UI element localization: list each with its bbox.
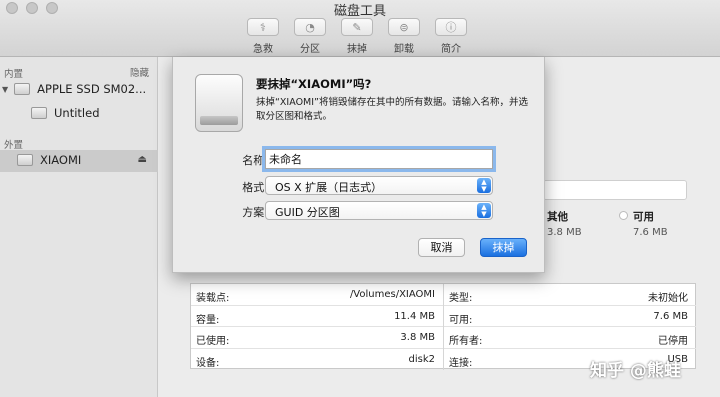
- info-button[interactable]: ⓘ 简介: [432, 18, 470, 55]
- partition-label: 分区: [300, 44, 320, 55]
- sidebar: 内置 隐藏 ▼ APPLE SSD SM02... Untitled 外置 XI…: [0, 57, 158, 397]
- info-value: 3.8 MB: [400, 332, 435, 343]
- legend-other-label: 其他: [547, 211, 568, 223]
- erase-button[interactable]: ✎ 抹掉: [338, 18, 376, 55]
- info-key: 可用:: [449, 314, 473, 326]
- volume-icon: [31, 107, 47, 119]
- unmount-button[interactable]: ⊜ 卸载: [385, 18, 423, 55]
- table-row: 可用: 7.6 MB: [444, 306, 696, 327]
- window-title: 磁盘工具: [333, 4, 386, 19]
- dialog-title: 要抹掉“XIAOMI”吗?: [256, 77, 372, 91]
- format-label: 格式:: [242, 181, 268, 194]
- disk-icon: [14, 83, 31, 95]
- sidebar-item-untitled[interactable]: Untitled: [31, 106, 100, 120]
- scheme-select[interactable]: GUID 分区图 ▲ ▼: [265, 201, 493, 220]
- watermark: 知乎 @熊蛙: [590, 361, 681, 381]
- sidebar-item-xiaomi[interactable]: XIAOMI: [17, 153, 81, 167]
- info-value: 未初始化: [648, 293, 688, 304]
- external-section-header: 外置: [4, 140, 24, 151]
- table-row: 类型: 未初始化: [444, 284, 696, 306]
- first-aid-label: 急救: [253, 44, 273, 55]
- info-key: 容量:: [196, 314, 220, 326]
- dialog-message: 抹掉“XIAOMI”将销毁储存在其中的所有数据。请输入名称，并选取分区图和格式。: [256, 97, 528, 122]
- info-value: disk2: [408, 353, 436, 365]
- xiaomi-disk-label: XIAOMI: [40, 153, 82, 167]
- info-key: 已使用:: [196, 336, 230, 347]
- scheme-label: 方案:: [242, 206, 268, 219]
- internal-disk-label: APPLE SSD SM02...: [37, 82, 147, 96]
- table-row: 容量: 11.4 MB: [191, 306, 443, 327]
- first-aid-icon: ⚕: [247, 18, 279, 36]
- hard-drive-icon: [195, 74, 243, 132]
- untitled-volume-label: Untitled: [54, 106, 100, 120]
- external-disk-icon: [17, 154, 33, 166]
- erase-icon: ✎: [341, 18, 373, 36]
- scheme-value: GUID 分区图: [275, 206, 340, 219]
- info-key: 装载点:: [196, 293, 230, 304]
- info-left-column: 装载点: /Volumes/XIAOMI 容量: 11.4 MB 已使用: 3.…: [191, 284, 443, 370]
- cancel-button[interactable]: 取消: [418, 238, 465, 257]
- partition-icon: ◔: [294, 18, 326, 36]
- format-value: OS X 扩展（日志式）: [275, 181, 383, 194]
- legend-other-value: 3.8 MB: [547, 227, 582, 238]
- disclosure-triangle-icon[interactable]: ▼: [2, 85, 8, 94]
- first-aid-button[interactable]: ⚕ 急救: [244, 18, 282, 55]
- select-arrows-icon: ▲ ▼: [477, 203, 491, 218]
- table-row: 设备: disk2: [191, 349, 443, 371]
- info-key: 所有者:: [449, 336, 483, 347]
- legend-free-dot: [619, 211, 628, 220]
- info-key: 连接:: [449, 357, 473, 369]
- toolbar: 磁盘工具 ⚕ 急救 ◔ 分区 ✎ 抹掉 ⊜ 卸载 ⓘ 简介: [0, 0, 720, 57]
- format-select[interactable]: OS X 扩展（日志式） ▲ ▼: [265, 176, 493, 195]
- info-icon: ⓘ: [435, 18, 467, 36]
- unmount-label: 卸载: [394, 44, 414, 55]
- legend-free-label: 可用: [633, 211, 654, 223]
- table-row: 装载点: /Volumes/XIAOMI: [191, 284, 443, 306]
- select-arrows-icon: ▲ ▼: [477, 178, 491, 193]
- table-row: 所有者: 已停用: [444, 327, 696, 349]
- info-value: 7.6 MB: [653, 310, 688, 322]
- usage-bar: [543, 180, 687, 200]
- partition-button[interactable]: ◔ 分区: [291, 18, 329, 55]
- sidebar-item-internal-disk[interactable]: ▼ APPLE SSD SM02...: [2, 82, 146, 96]
- legend-free-value: 7.6 MB: [633, 227, 668, 238]
- info-value: 11.4 MB: [394, 310, 435, 322]
- table-row: 已使用: 3.8 MB: [191, 327, 443, 349]
- info-key: 设备:: [196, 357, 220, 369]
- info-value: 已停用: [658, 336, 688, 347]
- erase-confirm-button[interactable]: 抹掉: [480, 238, 527, 257]
- internal-section-header: 内置: [4, 69, 24, 80]
- erase-dialog: 要抹掉“XIAOMI”吗? 抹掉“XIAOMI”将销毁储存在其中的所有数据。请输…: [172, 57, 545, 273]
- erase-label: 抹掉: [347, 44, 367, 55]
- info-key: 类型:: [449, 293, 473, 304]
- info-value: /Volumes/XIAOMI: [349, 289, 435, 300]
- hide-internal-link[interactable]: 隐藏: [130, 65, 149, 79]
- eject-icon[interactable]: ⏏: [138, 154, 147, 165]
- info-label: 简介: [441, 44, 461, 55]
- name-label: 名称:: [242, 154, 268, 167]
- unmount-icon: ⊜: [388, 18, 420, 36]
- name-field[interactable]: [262, 146, 496, 172]
